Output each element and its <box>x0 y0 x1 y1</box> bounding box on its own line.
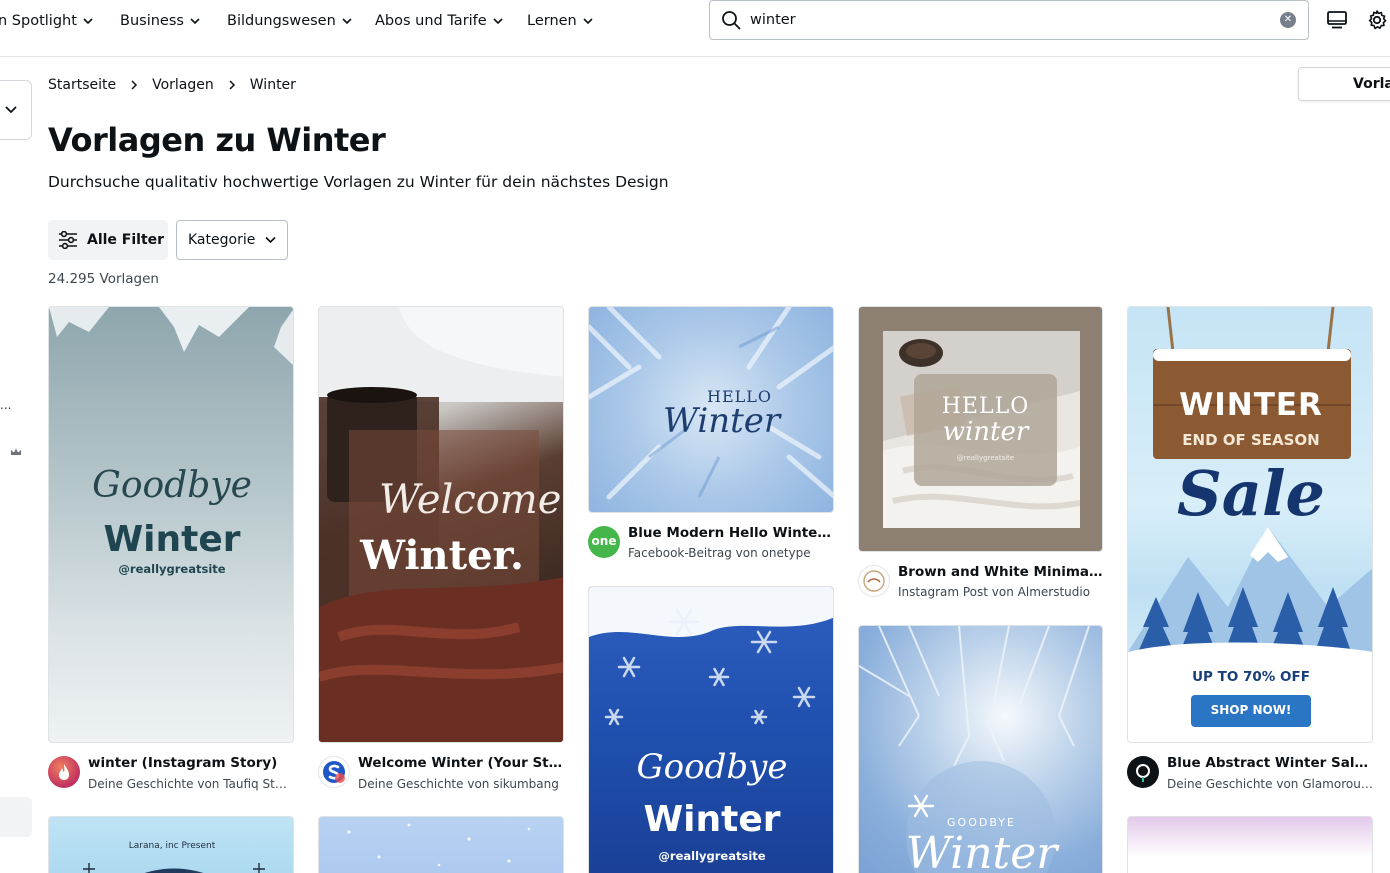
snowflake-decoration <box>83 863 265 873</box>
all-filters-label: Alle Filter <box>87 232 165 248</box>
page-title: Vorlagen zu Winter <box>48 121 386 159</box>
nav-item-label: Lernen <box>527 13 577 29</box>
card-art-headline: Winter <box>103 519 241 560</box>
card-art-handle: @reallygreatsite <box>658 849 766 863</box>
chevron-right-icon <box>229 80 235 90</box>
desktop-icon[interactable] <box>1326 9 1348 31</box>
template-card-thumbnail[interactable]: Goodbye Winter @reallygreatsite <box>48 306 294 743</box>
card-art-cta: SHOP NOW! <box>1210 703 1292 717</box>
watercolor-decoration <box>1128 817 1372 857</box>
nav-item-label: Business <box>120 13 184 29</box>
s-logo-icon <box>323 761 345 783</box>
gear-icon[interactable] <box>1366 9 1388 31</box>
card-title[interactable]: Welcome Winter (Your Story) <box>358 755 564 771</box>
card-art-script: Winter <box>905 828 1058 873</box>
card-art-sign2: END OF SEASON <box>1182 431 1320 449</box>
chevron-down-icon <box>583 18 593 25</box>
templates-tab-button[interactable]: Vorlag <box>1298 67 1390 101</box>
breadcrumb-home-link[interactable]: Startseite <box>48 77 116 93</box>
creator-avatar[interactable]: one <box>588 526 620 558</box>
clear-search-icon[interactable]: ✕ <box>1280 12 1296 28</box>
template-card-thumbnail[interactable]: HELLO Winter <box>588 306 834 513</box>
card-title[interactable]: winter (Instagram Story) <box>88 755 294 771</box>
nav-item-label: n Spotlight <box>0 13 77 29</box>
nav-item-bildungswesen[interactable]: Bildungswesen <box>227 0 352 42</box>
almer-logo-icon <box>863 570 885 592</box>
template-card-thumbnail[interactable]: Welcome Winter. <box>318 306 564 743</box>
nav-item-lernen[interactable]: Lernen <box>527 0 593 42</box>
chevron-down-icon <box>265 236 276 244</box>
breadcrumb: Startseite Vorlagen Winter <box>48 75 296 95</box>
search-input[interactable] <box>750 12 1270 28</box>
card-subtitle: Facebook-Beitrag von onetype <box>628 546 811 560</box>
chevron-down-icon <box>493 18 503 25</box>
glamorous-logo-icon <box>1136 764 1150 782</box>
top-navigation-bar: n Spotlight Business Bildungswesen Abos … <box>0 0 1390 57</box>
category-label: Kategorie <box>188 232 256 248</box>
template-count: 24.295 Vorlagen <box>48 271 159 287</box>
flame-logo-icon <box>59 764 69 780</box>
card-art-handle: @reallygreatsite <box>118 562 226 576</box>
card-art-small: @reallygreatsite <box>956 454 1015 462</box>
creator-avatar[interactable] <box>318 756 350 788</box>
template-card-thumbnail[interactable]: HELLO winter @reallygreatsite <box>858 306 1103 552</box>
breadcrumb-templates-link[interactable]: Vorlagen <box>152 77 214 93</box>
template-card-thumbnail[interactable] <box>318 816 564 873</box>
chevron-down-icon <box>342 18 352 25</box>
chevron-down-icon <box>5 106 17 114</box>
sidebar-more-dots[interactable]: ... <box>0 398 11 412</box>
nav-item-label: Abos und Tarife <box>375 13 487 29</box>
search-icon <box>722 11 741 30</box>
sidebar-item[interactable] <box>0 797 32 837</box>
card-title[interactable]: Brown and White Minimalist ... <box>898 564 1104 580</box>
breadcrumb-current: Winter <box>249 77 296 93</box>
card-art-offer: UP TO 70% OFF <box>1192 669 1310 685</box>
frost-branches-decoration <box>49 307 293 366</box>
card-subtitle: Instagram Post von Almerstudio <box>898 585 1091 599</box>
avatar-text: one <box>591 534 617 548</box>
chevron-down-icon <box>190 18 200 25</box>
falling-snow-decoration <box>347 823 531 867</box>
card-art-top: Larana, inc Present <box>128 841 216 851</box>
nav-item-abos-und-tarife[interactable]: Abos und Tarife <box>375 0 503 42</box>
card-art-headline: Winter <box>643 799 781 840</box>
crown-icon <box>11 448 21 455</box>
nav-item-business[interactable]: Business <box>120 0 200 42</box>
category-dropdown[interactable]: Kategorie <box>176 220 288 260</box>
chevron-down-icon <box>83 18 93 25</box>
template-card-thumbnail[interactable]: GOODBYE Winter <box>858 625 1103 873</box>
card-art-script: winter <box>942 417 1029 447</box>
creator-avatar[interactable] <box>48 756 80 788</box>
card-art-headline: Winter. <box>360 532 524 579</box>
template-card-thumbnail[interactable]: WINTER END OF SEASON Sale UP TO 70% OFF … <box>1127 306 1373 743</box>
card-art-script: Sale <box>1177 457 1325 530</box>
card-subtitle: Deine Geschichte von sikumbang <box>358 777 559 791</box>
card-title[interactable]: Blue Modern Hello Winter Fa... <box>628 525 834 541</box>
nav-item-spotlight[interactable]: n Spotlight <box>0 0 93 42</box>
page-subtitle: Durchsuche qualitativ hochwertige Vorlag… <box>48 173 669 191</box>
creator-avatar[interactable] <box>858 565 890 597</box>
card-title[interactable]: Blue Abstract Winter Sale In... <box>1167 755 1373 771</box>
card-art-top: HELLO <box>941 394 1030 419</box>
card-art-sign1: WINTER <box>1179 387 1323 423</box>
template-card-thumbnail[interactable] <box>1127 816 1373 873</box>
creator-avatar[interactable] <box>1127 756 1159 788</box>
search-box: ✕ <box>709 0 1309 40</box>
templates-tab-label: Vorlag <box>1353 76 1390 92</box>
template-card-thumbnail[interactable]: Larana, inc Present <box>48 816 294 873</box>
coffee-books-photo <box>319 307 563 742</box>
filter-sliders-icon <box>59 231 77 249</box>
template-card-thumbnail[interactable]: Goodbye Winter @reallygreatsite <box>588 586 834 873</box>
card-art-script: Goodbye <box>636 747 788 787</box>
nav-item-label: Bildungswesen <box>227 13 336 29</box>
card-art-script: Goodbye <box>92 465 252 506</box>
card-subtitle: Deine Geschichte von Glamorous ... <box>1167 777 1373 791</box>
chevron-right-icon <box>131 80 138 90</box>
card-subtitle: Deine Geschichte von Taufiq Studio <box>88 777 294 791</box>
card-art-script: Winter <box>663 401 781 441</box>
all-filters-button[interactable]: Alle Filter <box>48 220 168 260</box>
sidebar-collapse-toggle[interactable] <box>0 80 32 140</box>
card-art-script: Welcome <box>379 477 562 523</box>
